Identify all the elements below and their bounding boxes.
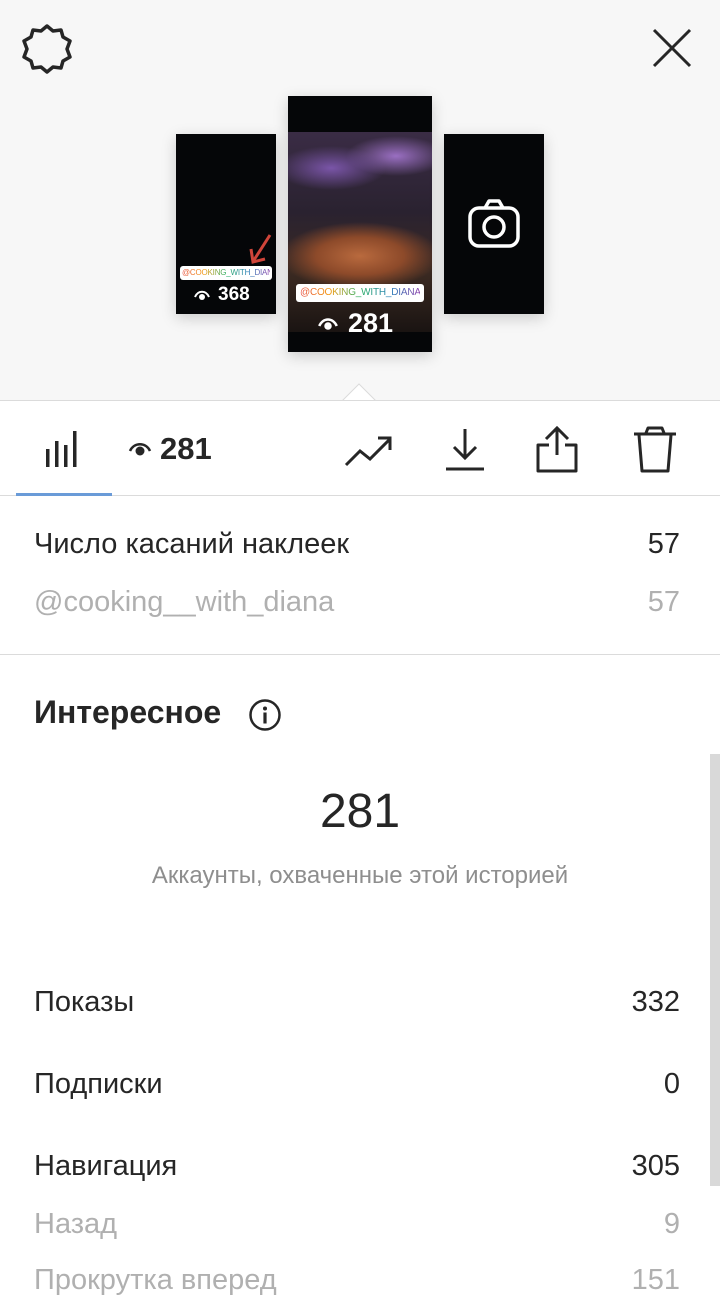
mention-sticker: @COOKING_WITH_DIANA [296,284,424,302]
bar-chart-icon[interactable] [40,427,86,471]
camera-icon [468,199,520,248]
reach-label: Аккаунты, охваченные этой историей [151,862,569,889]
stat-value: 151 [631,1264,680,1296]
story-thumbnail-current[interactable]: @COOKING_WITH_DIANA 281 [288,96,432,352]
story-preview-area: @COOKING_WITH_DIANA 368 @COOKING_WITH_DI… [0,0,720,412]
sticker-taps-row: Число касаний наклеек 57 [34,528,680,561]
eye-icon [128,443,152,456]
trending-icon[interactable] [342,425,396,475]
views-count: 368 [194,284,250,306]
stat-sub-row: Назад 9 [34,1208,680,1241]
stat-value: 305 [631,1150,680,1182]
sticker-taps-value: 57 [647,528,680,560]
gear-icon[interactable] [20,22,74,76]
share-icon[interactable] [530,425,584,475]
sticker-taps-label: Число касаний наклеек [34,528,350,560]
arrow-icon [249,234,272,264]
reach-count: 281 [319,785,401,838]
stat-label: Назад [34,1208,118,1240]
story-thumbnail-add[interactable] [444,134,544,314]
info-icon[interactable] [248,698,282,732]
stat-label: Навигация [34,1150,178,1182]
eye-icon [194,290,210,300]
views-count: 281 [318,308,393,339]
download-icon[interactable] [438,425,492,475]
story-photo [288,132,432,332]
sticker-mention-row: @cooking__with_diana 57 [34,586,680,619]
active-tab-indicator [16,493,112,496]
trash-icon[interactable] [628,425,682,475]
close-icon[interactable] [646,22,698,74]
section-divider [0,654,720,655]
stat-row: Показы 332 [34,986,680,1019]
views-count: 281 [160,431,212,466]
sticker-mention-value: 57 [647,586,680,618]
stat-row: Подписки 0 [34,1068,680,1101]
stat-label: Подписки [34,1068,163,1100]
story-thumbnail-previous[interactable]: @COOKING_WITH_DIANA 368 [176,134,276,314]
sticker-mention-label: @cooking__with_diana [34,586,335,618]
eye-icon [318,318,338,330]
stat-label: Прокрутка вперед [34,1264,277,1296]
stat-value: 0 [663,1068,680,1100]
scrollbar[interactable] [710,754,720,1186]
stat-value: 332 [631,986,680,1018]
story-toolbar: 281 [0,400,720,496]
mention-sticker: @COOKING_WITH_DIANA [180,266,272,280]
stat-label: Показы [34,986,135,1018]
section-title: Интересное [34,694,222,730]
stat-sub-row: Прокрутка вперед 151 [34,1264,680,1297]
stat-row: Навигация 305 [34,1150,680,1183]
stat-value: 9 [663,1208,680,1240]
